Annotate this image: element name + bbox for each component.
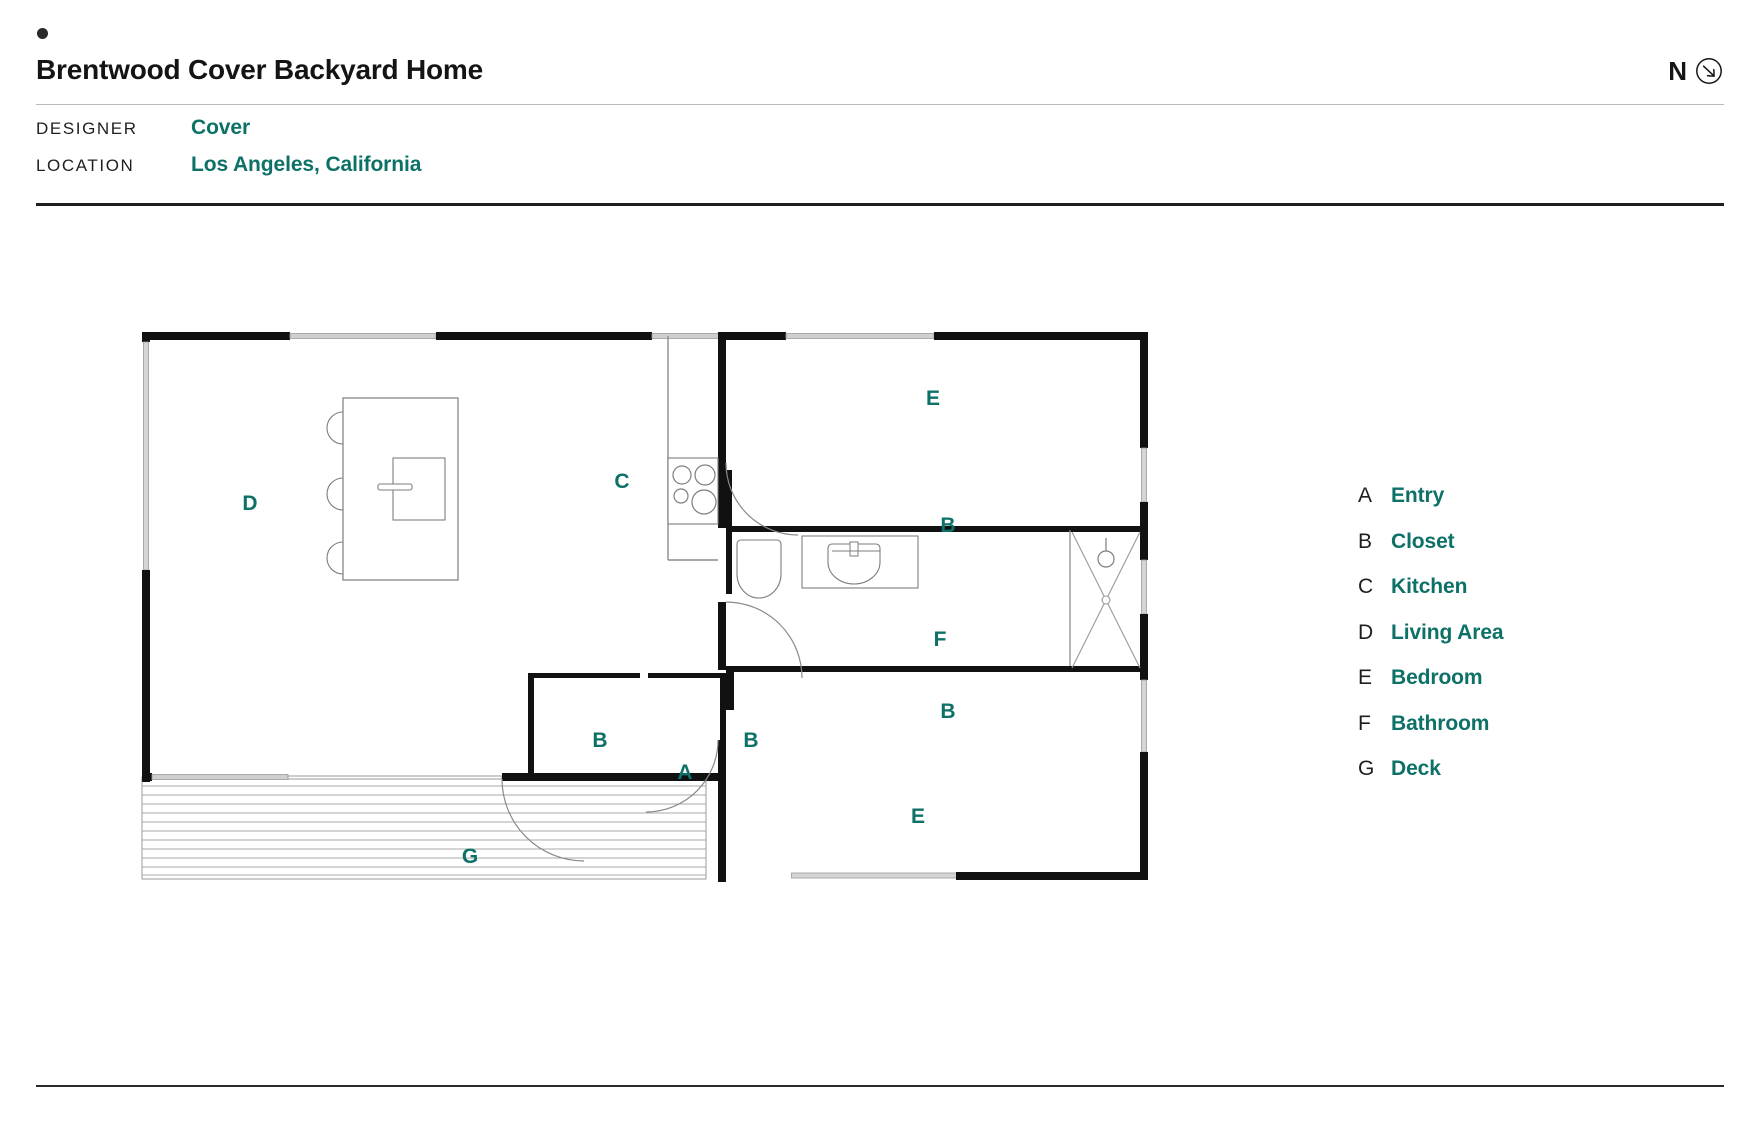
legend-name-f: Bathroom (1391, 711, 1490, 735)
legend-key-a: A (1358, 484, 1373, 507)
north-indicator: N (1668, 56, 1724, 86)
meta-row-designer: DESIGNER Cover (36, 116, 1724, 153)
exterior-wall-top (142, 332, 1148, 340)
legend-name-d: Living Area (1391, 620, 1504, 644)
legend-key-d: D (1358, 620, 1374, 644)
room-label-E-upper: E (926, 387, 940, 410)
floorplan-svg: D C E B F B E B B A G (141, 332, 1148, 882)
legend-item-c: C Kitchen (1358, 575, 1688, 621)
room-label-C: C (614, 470, 629, 493)
legend-item-d: D Living Area (1358, 621, 1688, 667)
meta-value-designer: Cover (191, 115, 251, 139)
room-label-A: A (677, 761, 692, 784)
legend-item-b: B Closet (1358, 530, 1688, 576)
floorplan-drawing: D C E B F B E B B A G (140, 330, 1150, 890)
vanity-sink (801, 535, 919, 589)
room-label-B-lower: B (940, 700, 955, 723)
room-label-B-entry-left: B (592, 729, 607, 752)
meta-row-location: LOCATION Los Angeles, California (36, 153, 1724, 190)
legend-name-c: Kitchen (1391, 575, 1468, 598)
legend-key-b: B (1358, 529, 1373, 553)
bullet-dot-icon (37, 28, 48, 39)
room-label-E-lower: E (911, 805, 925, 828)
wall-closet-left (528, 673, 640, 778)
legend-name-e: Bedroom (1391, 666, 1483, 689)
legend-key-f: F (1358, 711, 1371, 735)
floorplan-legend: A Entry B Closet C Kitchen D Living Area… (1358, 484, 1688, 803)
kitchen-island (342, 397, 459, 581)
header-divider-thin (36, 103, 1724, 105)
legend-name-g: Deck (1391, 757, 1441, 780)
bar-stool-group (326, 411, 344, 575)
wall-lower-bedroom-top (726, 666, 1148, 710)
exterior-wall-left (142, 332, 150, 782)
page-header: Brentwood Cover Backyard Home DESIGNER C… (36, 20, 1724, 206)
room-label-F: F (934, 628, 947, 651)
header-divider-thick (36, 202, 1724, 206)
meta-label-location: LOCATION (36, 155, 135, 175)
legend-item-e: E Bedroom (1358, 666, 1688, 712)
legend-name-a: Entry (1391, 484, 1445, 507)
circle-arrow-southeast-icon (1696, 58, 1722, 84)
meta-label-designer: DESIGNER (36, 118, 138, 138)
bar-stool (326, 541, 344, 575)
page-title: Brentwood Cover Backyard Home (36, 54, 483, 85)
legend-name-b: Closet (1391, 529, 1455, 553)
wall-bath-top (726, 526, 1148, 532)
floorplan-page: Brentwood Cover Backyard Home DESIGNER C… (0, 0, 1760, 1129)
meta-value-location: Los Angeles, California (191, 152, 422, 176)
room-label-G: G (462, 845, 478, 868)
legend-item-g: G Deck (1358, 757, 1688, 803)
bar-stool (326, 477, 344, 511)
exterior-wall-right (1140, 332, 1148, 880)
legend-key-g: G (1358, 757, 1375, 780)
wall-kitchen-galley (667, 336, 718, 561)
kitchen-sink-faucet (377, 483, 413, 491)
footer-divider (36, 1085, 1724, 1087)
toilet (736, 539, 782, 599)
door-swing-kitchen-hall (725, 462, 799, 536)
north-letter: N (1668, 56, 1687, 86)
bar-stool (326, 411, 344, 445)
exterior-wall-bottom (791, 872, 1148, 880)
legend-item-a: A Entry (1358, 484, 1688, 530)
room-label-D: D (242, 492, 257, 515)
project-meta: DESIGNER Cover LOCATION Los Angeles, Cal… (36, 116, 1724, 190)
room-label-B-entry-right: B (743, 729, 758, 752)
legend-item-f: F Bathroom (1358, 712, 1688, 758)
room-label-B-upper: B (940, 514, 955, 537)
shower-head-icon (1097, 538, 1115, 568)
deck-area (141, 776, 707, 880)
legend-key-e: E (1358, 666, 1373, 689)
legend-key-c: C (1358, 575, 1374, 598)
